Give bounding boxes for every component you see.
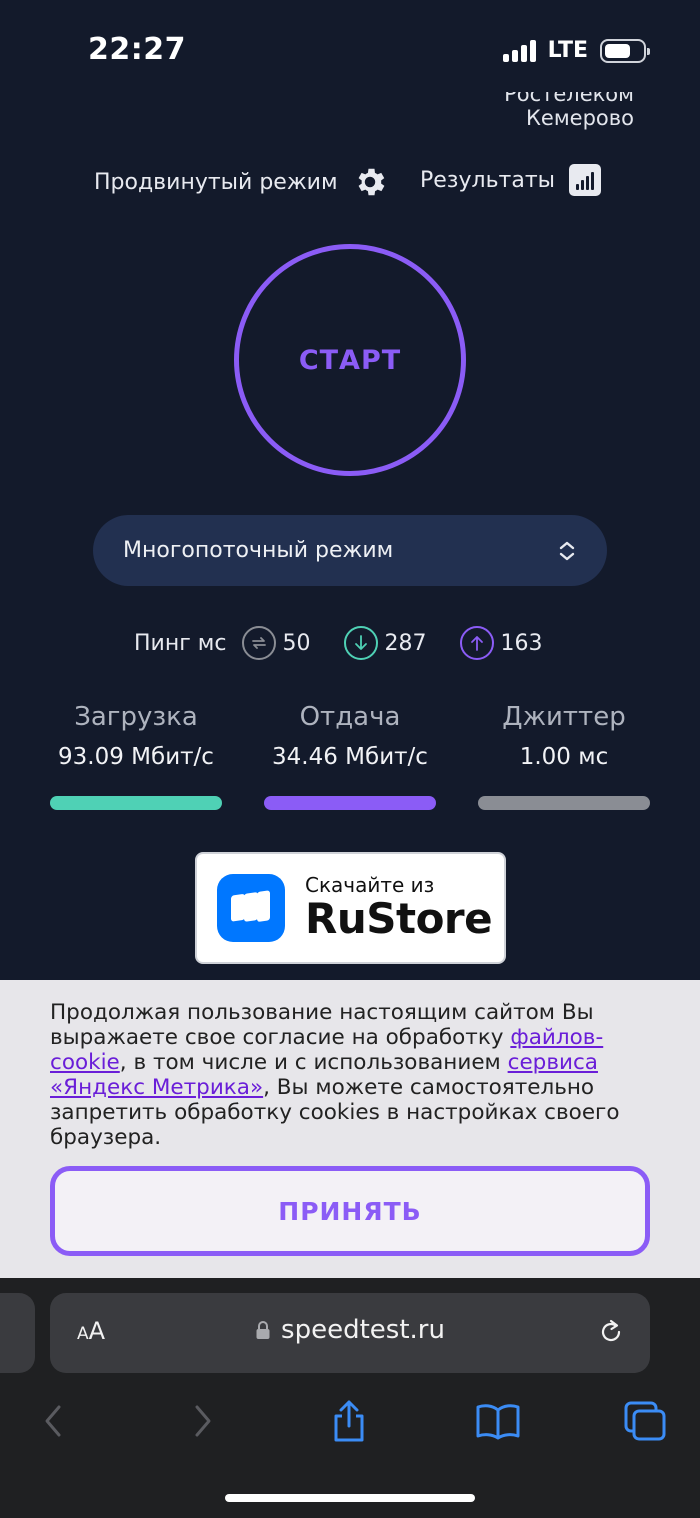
status-indicators: LTE [502,38,650,63]
url-display: speedtest.ru [50,1315,650,1345]
metric-upload-bar [264,796,436,810]
metric-download-value: 93.09 Мбит/с [58,744,214,770]
rustore-small-text: Скачайте из [305,873,435,897]
mode-selected-label: Многопоточный режим [123,538,394,563]
metric-jitter-value: 1.00 мс [519,744,609,770]
home-indicator [225,1494,475,1502]
swap-arrows-icon [242,626,277,660]
share-button[interactable] [324,1396,374,1446]
reload-icon[interactable] [596,1317,626,1347]
results-link[interactable]: Результаты [420,164,602,196]
results-label: Результаты [420,167,556,193]
previous-tab-peek[interactable] [0,1293,35,1373]
ping-title: Пинг мс [134,630,227,656]
provider-name: Ростелеком [504,92,634,106]
top-nav: Продвинутый режим Результаты [0,160,700,204]
advanced-mode-link[interactable]: Продвинутый режим [94,164,388,200]
metric-upload: Отдача 34.46 Мбит/с [264,702,436,810]
address-bar[interactable]: AA speedtest.ru [50,1293,650,1373]
ping-download-value: 287 [384,630,427,656]
provider-city: Кемерово [526,106,634,130]
arrow-up-icon [460,626,495,660]
ping-idle: 50 [242,626,310,660]
chevron-right-icon [195,1405,211,1437]
chevron-up-down-icon [559,541,575,560]
start-button[interactable]: СТАРТ [234,244,466,476]
advanced-mode-label: Продвинутый режим [94,169,338,195]
forward-button[interactable] [178,1396,228,1446]
tabs-button[interactable] [620,1396,670,1446]
metric-download: Загрузка 93.09 Мбит/с [50,702,222,810]
ping-download: 287 [344,626,426,660]
start-label: СТАРТ [298,344,402,376]
book-icon [476,1404,520,1440]
metric-jitter: Джиттер 1.00 мс [478,702,650,810]
cookie-text: Продолжая пользование настоящим сайтом В… [50,1000,650,1150]
bookmarks-button[interactable] [473,1396,523,1446]
rustore-logo-icon [217,874,285,942]
provider-info: Ростелеком Кемерово [504,92,634,130]
tabs-icon [624,1401,666,1441]
chevron-left-icon [45,1405,61,1437]
lock-icon [256,1321,270,1339]
rustore-big-text: RuStore [305,894,493,943]
back-button[interactable] [28,1396,78,1446]
accept-label: ПРИНЯТЬ [278,1196,422,1226]
status-bar: 22:27 LTE [0,0,700,100]
metric-download-title: Загрузка [74,702,198,732]
metric-upload-value: 34.46 Мбит/с [272,744,428,770]
ping-upload-value: 163 [500,630,543,656]
metrics: Загрузка 93.09 Мбит/с Отдача 34.46 Мбит/… [50,702,650,810]
rustore-badge[interactable]: Скачайте из RuStore [195,852,506,964]
mode-select[interactable]: Многопоточный режим [93,515,607,586]
battery-icon [600,38,650,63]
metric-upload-title: Отдача [299,702,401,732]
ping-idle-value: 50 [282,630,311,656]
accept-button[interactable]: ПРИНЯТЬ [50,1166,650,1256]
bar-chart-icon [569,164,602,196]
ping-upload: 163 [460,626,542,660]
cookie-banner: Продолжая пользование настоящим сайтом В… [0,980,700,1278]
metric-jitter-bar [478,796,650,810]
network-type: LTE [547,38,588,63]
browser-toolbar [0,1396,700,1446]
cookie-text-part-2: , в том числе и с использованием [119,1050,508,1075]
gear-icon [358,168,384,196]
metric-jitter-title: Джиттер [502,702,626,732]
rustore-text: Скачайте из RuStore [305,873,493,943]
arrow-down-icon [344,626,379,660]
metric-download-bar [50,796,222,810]
browser-chrome: AA speedtest.ru [0,1278,700,1518]
url-text: speedtest.ru [281,1315,445,1345]
signal-icon [502,39,536,62]
ping-row: Пинг мс 50 287 163 [134,624,576,662]
status-time: 22:27 [88,32,186,67]
share-icon [334,1400,364,1442]
